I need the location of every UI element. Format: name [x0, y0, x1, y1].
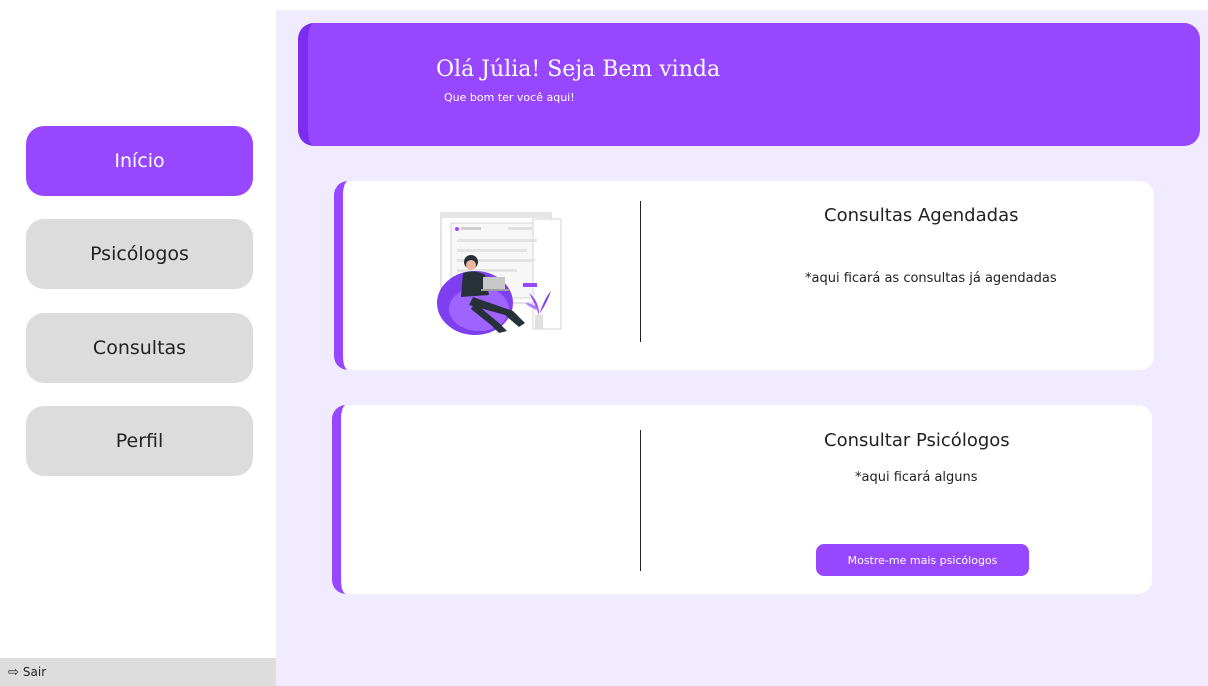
main-content: Olá Júlia! Seja Bem vinda Que bom ter vo…	[276, 10, 1208, 686]
welcome-title: Olá Júlia! Seja Bem vinda	[436, 57, 721, 82]
sidebar-item-perfil[interactable]: Perfil	[26, 406, 253, 476]
sidebar-item-inicio[interactable]: Início	[26, 126, 253, 196]
sidebar-item-label: Psicólogos	[90, 243, 189, 265]
logout-icon: ⇨	[8, 664, 19, 680]
sidebar: Início Psicólogos Consultas Perfil ⇨ Sai…	[0, 0, 276, 686]
psychologists-placeholder-text: *aqui ficará alguns	[855, 470, 978, 485]
welcome-banner: Olá Júlia! Seja Bem vinda Que bom ter vo…	[298, 23, 1200, 146]
scheduled-placeholder-text: *aqui ficará as consultas já agendadas	[805, 271, 1057, 286]
app-root: Início Psicólogos Consultas Perfil ⇨ Sai…	[0, 0, 1208, 686]
sidebar-item-label: Perfil	[115, 430, 164, 452]
sidebar-item-label: Consultas	[92, 337, 187, 359]
show-more-psychologists-button[interactable]: Mostre-me mais psicólogos	[816, 544, 1029, 576]
scheduled-appointments-card: Consultas Agendadas *aqui ficará as cons…	[334, 181, 1154, 370]
sidebar-item-consultas[interactable]: Consultas	[26, 313, 253, 383]
psychologists-title: Consultar Psicólogos	[824, 430, 1010, 451]
card-divider	[640, 201, 641, 342]
scheduled-title: Consultas Agendadas	[824, 205, 1019, 226]
logout-label: Sair	[22, 665, 47, 679]
person-laptop-illustration	[437, 212, 562, 335]
sidebar-item-label: Início	[114, 150, 165, 172]
card-divider	[640, 430, 641, 571]
logout-button[interactable]: ⇨ Sair	[0, 658, 276, 686]
sidebar-item-psicologos[interactable]: Psicólogos	[26, 219, 253, 289]
psychologists-card: Consultar Psicólogos *aqui ficará alguns…	[332, 405, 1152, 594]
welcome-subtitle: Que bom ter você aqui!	[444, 91, 575, 104]
